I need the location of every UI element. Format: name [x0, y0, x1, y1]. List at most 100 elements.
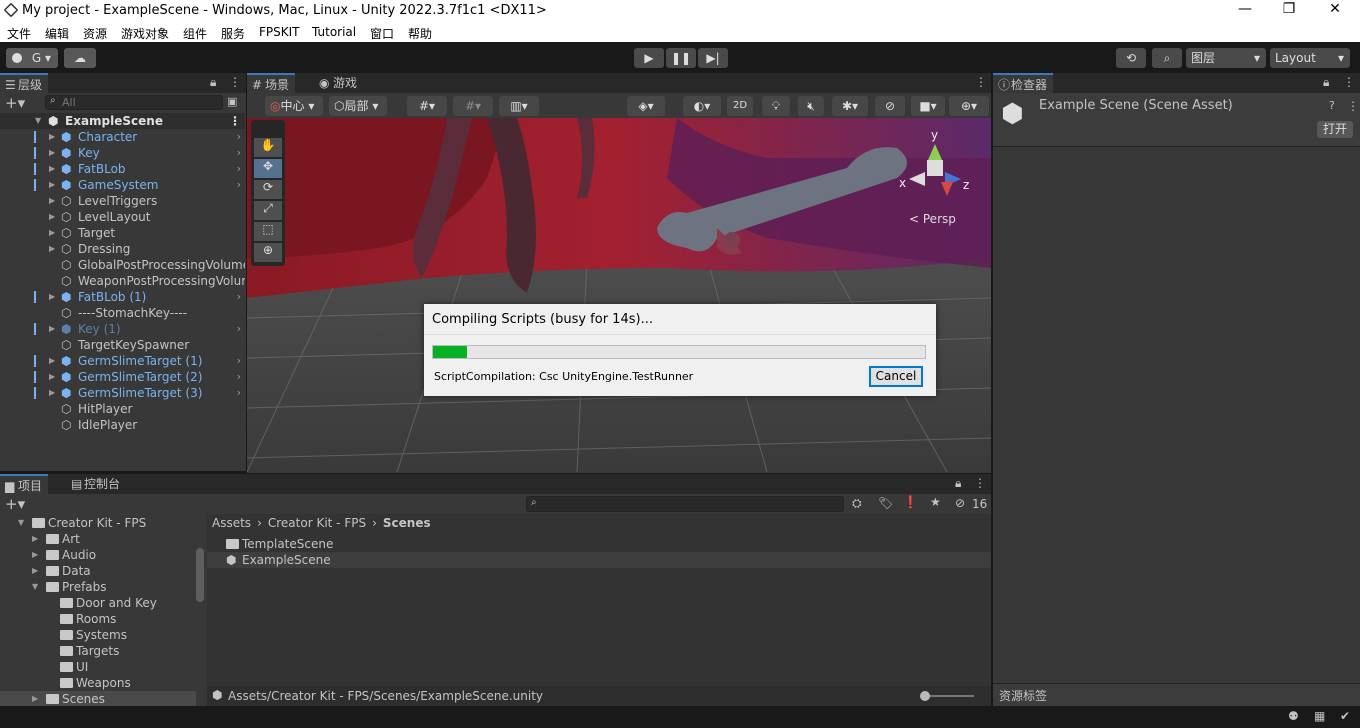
grid-snap-button[interactable]: #▾	[407, 96, 447, 116]
menu-window[interactable]: 窗口	[370, 25, 394, 42]
menu-gameobject[interactable]: 游戏对象	[121, 25, 169, 42]
project-tree-item[interactable]: ▼ Prefabs	[0, 579, 196, 595]
shading-mode-button[interactable]: ◐▾	[683, 96, 721, 116]
menu-assets[interactable]: 资源	[83, 25, 107, 42]
tab-scene[interactable]: # 场景	[247, 73, 296, 93]
step-button[interactable]: ▶|	[698, 48, 728, 68]
chevron-right-icon[interactable]: ›	[237, 289, 241, 305]
tab-project[interactable]: ▆ 项目	[0, 474, 49, 494]
expand-arrow-icon[interactable]: ▶	[49, 193, 55, 209]
visibility-toggle[interactable]: ⊘	[875, 96, 905, 116]
hierarchy-item[interactable]: ▶ ⬢ FatBLob ›	[0, 161, 245, 177]
collapsed-arrow-icon[interactable]: ▶	[32, 531, 38, 547]
hierarchy-item[interactable]: ▶ ⬢ Key (1) ›	[0, 321, 245, 337]
expand-arrow-icon[interactable]: ▶	[49, 289, 55, 305]
account-dropdown[interactable]: G ▾	[6, 48, 58, 68]
ruler-button[interactable]: ▥▾	[499, 96, 539, 116]
scene-viewport[interactable]: ✋ ✥ ⟳ ⤢ ⬚ ⊕ y x z < Persp	[247, 118, 991, 472]
project-tree-item[interactable]: Weapons	[0, 675, 196, 691]
camera-button[interactable]: ■▾	[911, 96, 945, 116]
menu-component[interactable]: 组件	[183, 25, 207, 42]
scale-tool-button[interactable]: ⤢	[254, 201, 282, 220]
view-tool-button[interactable]: ✋	[254, 138, 282, 157]
file-list-item[interactable]: ⬢ ExampleScene	[207, 552, 991, 568]
search-by-type-icon[interactable]: ⛭	[852, 496, 862, 511]
play-button[interactable]: ▶	[634, 48, 664, 68]
expanded-arrow-icon[interactable]: ▼	[32, 579, 38, 595]
hidden-packages-icon[interactable]: ⊘	[955, 496, 965, 510]
collapsed-arrow-icon[interactable]: ▶	[32, 563, 38, 579]
breadcrumb-item[interactable]: Scenes	[383, 516, 431, 530]
slider-thumb[interactable]	[920, 691, 930, 701]
undo-history-button[interactable]: ⟲	[1116, 48, 1146, 68]
scene-menu-icon[interactable]: ⋮	[229, 113, 241, 129]
project-tree-item[interactable]: ▶ Audio	[0, 547, 196, 563]
hierarchy-item[interactable]: ⬡ IdlePlayer	[0, 417, 245, 433]
snap-increment-button[interactable]: #▾	[453, 96, 493, 116]
menu-tutorial[interactable]: Tutorial	[312, 25, 356, 39]
breadcrumb-item[interactable]: Assets	[212, 516, 251, 530]
expand-arrow-icon[interactable]: ▶	[49, 177, 55, 193]
lighting-toggle[interactable]: 💡︎	[762, 96, 790, 116]
tab-game[interactable]: ◉ 游戏	[315, 73, 363, 93]
transform-tool-button[interactable]: ⊕	[254, 243, 282, 262]
menu-services[interactable]: 服务	[221, 25, 245, 42]
hierarchy-item[interactable]: ▶ ⬡ LevelTriggers	[0, 193, 245, 209]
hierarchy-item[interactable]: ⬡ ----StomachKey----	[0, 305, 245, 321]
chevron-right-icon[interactable]: ›	[237, 177, 241, 193]
project-tree-item[interactable]: Targets	[0, 643, 196, 659]
chevron-right-icon[interactable]: ›	[237, 353, 241, 369]
persp-label[interactable]: < Persp	[909, 212, 956, 226]
chevron-right-icon[interactable]: ›	[237, 321, 241, 337]
orientation-gizmo[interactable]: y x z	[899, 128, 983, 210]
debug-icon[interactable]: ⚉	[1288, 709, 1299, 723]
hierarchy-item[interactable]: ⬡ TargetKeySpawner	[0, 337, 245, 353]
project-tree-item[interactable]: UI	[0, 659, 196, 675]
open-button[interactable]: 打开	[1317, 121, 1353, 138]
file-list-item[interactable]: TemplateScene	[207, 536, 991, 552]
chevron-right-icon[interactable]: ›	[237, 129, 241, 145]
menu-file[interactable]: 文件	[7, 25, 31, 42]
panel-menu-icon[interactable]: ⋮	[974, 476, 986, 490]
check-icon[interactable]: ✔	[1340, 709, 1350, 723]
rotate-tool-button[interactable]: ⟳	[254, 180, 282, 199]
hierarchy-item[interactable]: ▶ ⬢ Key ›	[0, 145, 245, 161]
hierarchy-item[interactable]: ▶ ⬢ GermSlimeTarget (1) ›	[0, 353, 245, 369]
effects-toggle[interactable]: ✱▾	[832, 96, 868, 116]
tab-inspector[interactable]: ⓘ 检查器	[993, 73, 1054, 93]
minimize-button[interactable]: —	[1222, 1, 1268, 21]
space-dropdown[interactable]: ⬡局部 ▾	[329, 96, 387, 116]
expand-arrow-icon[interactable]: ▶	[49, 321, 55, 337]
favorite-icon[interactable]: ★	[930, 495, 941, 509]
mode-2d-button[interactable]: 2D	[727, 96, 753, 116]
collapsed-arrow-icon[interactable]: ▶	[32, 691, 38, 706]
icon-size-slider[interactable]	[920, 691, 974, 701]
hierarchy-item[interactable]: ▶ ⬢ GermSlimeTarget (3) ›	[0, 385, 245, 401]
lock-icon[interactable]: 🔒︎	[210, 75, 216, 90]
close-window-button[interactable]: ✕	[1312, 1, 1358, 21]
expanded-arrow-icon[interactable]: ▼	[18, 515, 24, 531]
chevron-right-icon[interactable]: ›	[237, 385, 241, 401]
rect-tool-button[interactable]: ⬚	[254, 222, 282, 241]
project-tree-item[interactable]: Door and Key	[0, 595, 196, 611]
panel-menu-icon[interactable]: ⋮	[975, 75, 987, 89]
chevron-right-icon[interactable]: ›	[237, 369, 241, 385]
progress-icon[interactable]: ▦	[1314, 709, 1325, 723]
gizmos-button[interactable]: ⊕▾	[949, 96, 989, 116]
expand-arrow-icon[interactable]: ▶	[49, 209, 55, 225]
panel-menu-icon[interactable]: ⋮	[229, 75, 241, 89]
hierarchy-item[interactable]: ▶ ⬢ FatBLob (1) ›	[0, 289, 245, 305]
hierarchy-item[interactable]: ⬡ WeaponPostProcessingVolume	[0, 273, 245, 289]
maximize-button[interactable]: ❐	[1266, 1, 1312, 21]
create-button[interactable]: +▾	[5, 495, 25, 513]
layout-dropdown[interactable]: Layout ▾	[1270, 48, 1350, 68]
hierarchy-search-input[interactable]: ⌕ All	[45, 95, 223, 110]
layers-dropdown[interactable]: 图层 ▾	[1186, 48, 1266, 68]
search-button[interactable]: ⌕	[1152, 48, 1182, 68]
chevron-right-icon[interactable]: ›	[237, 161, 241, 177]
expand-arrow-icon[interactable]: ▶	[49, 385, 55, 401]
expand-arrow-icon[interactable]: ▶	[49, 145, 55, 161]
lock-icon[interactable]: 🔒︎	[1323, 75, 1329, 90]
tree-scrollbar[interactable]	[196, 548, 204, 602]
project-tree-item[interactable]: ▶ Scenes	[0, 691, 196, 706]
